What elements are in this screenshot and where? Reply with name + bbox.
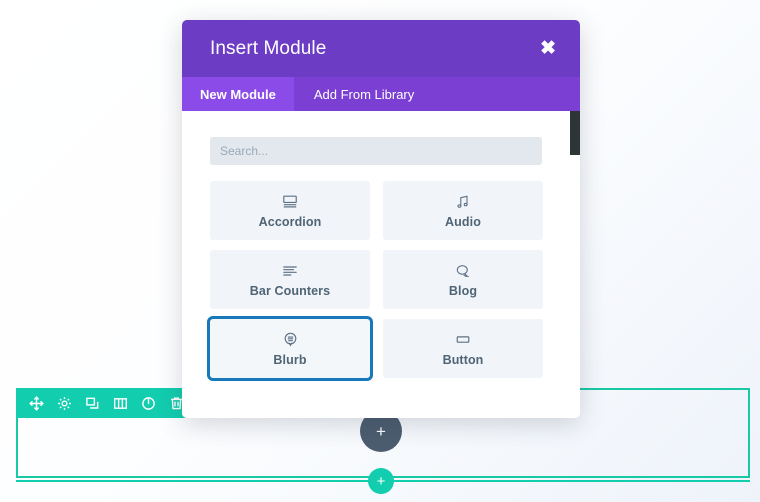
module-label: Accordion [258,214,322,229]
modal-body: Accordion Audio Bar Co [182,111,580,418]
module-grid: Accordion Audio Bar Counters Blog Blurb … [207,181,546,381]
move-icon[interactable] [22,388,50,418]
power-icon[interactable] [134,388,162,418]
gear-icon[interactable] [50,388,78,418]
module-tile-blurb[interactable]: Blurb [207,316,373,381]
modal-header: Insert Module ✖ [182,20,580,77]
tab-new-module[interactable]: New Module [182,77,294,111]
insert-module-modal: Insert Module ✖ New Module Add From Libr… [182,20,580,418]
module-label: Bar Counters [249,283,331,298]
blog-icon [455,262,471,280]
modal-tab-bar: New Module Add From Library [182,77,580,111]
modal-scrollbar[interactable] [570,111,580,418]
module-label: Blog [448,283,478,298]
module-label: Blurb [273,352,307,367]
module-tile-accordion[interactable]: Accordion [210,181,370,240]
close-icon[interactable]: ✖ [538,35,558,62]
duplicate-icon[interactable] [78,388,106,418]
module-tile-bar-counters[interactable]: Bar Counters [210,250,370,309]
module-label: Button [442,352,484,367]
page-title: Insert Module [210,37,327,59]
bar-counters-icon [282,262,298,280]
accordion-icon [282,193,298,211]
search-input[interactable] [210,137,542,165]
add-row-button[interactable]: + [368,468,394,494]
button-icon [455,331,471,349]
module-tile-audio[interactable]: Audio [383,181,543,240]
module-label: Audio [445,214,481,229]
columns-icon[interactable] [106,388,134,418]
module-tile-button[interactable]: Button [383,319,543,378]
tab-add-from-library[interactable]: Add From Library [294,77,432,111]
blurb-icon [282,331,299,349]
audio-icon [455,193,471,211]
section-toolbar[interactable] [16,388,196,418]
module-tile-blog[interactable]: Blog [383,250,543,309]
modal-scrollbar-thumb[interactable] [570,111,580,155]
